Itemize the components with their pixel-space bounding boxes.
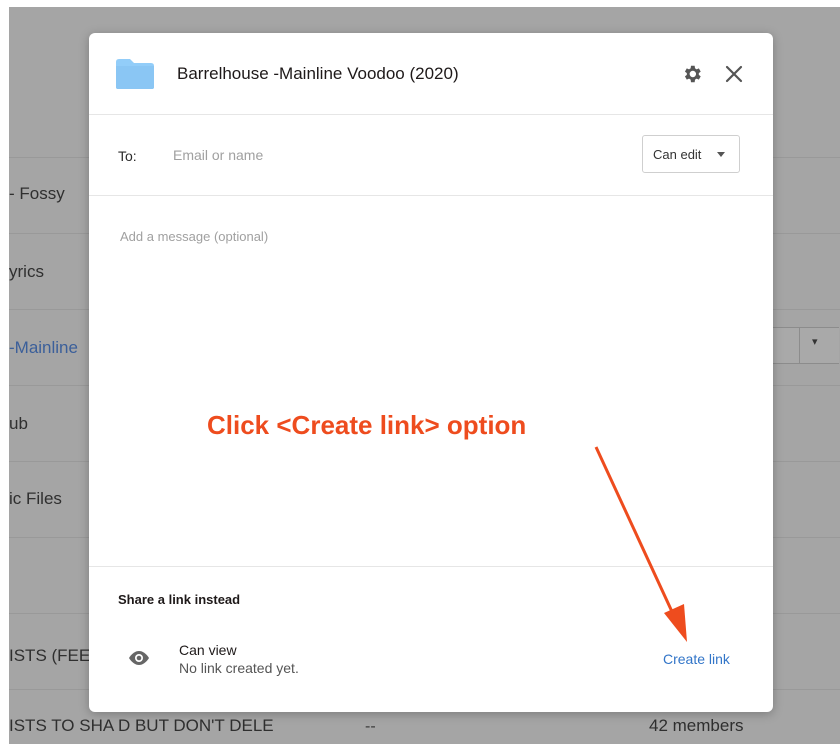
folder-icon <box>116 59 154 89</box>
file-row-members: 42 members <box>649 716 744 735</box>
page-margin <box>0 0 9 744</box>
permission-dropdown[interactable]: Can edit <box>642 135 740 173</box>
eye-icon <box>129 651 149 665</box>
recipient-input[interactable] <box>173 140 613 170</box>
file-row-name: yrics <box>9 262 44 281</box>
link-status: No link created yet. <box>179 660 299 676</box>
file-row-name: -Mainline <box>9 338 78 357</box>
file-row-name: ISTS TO SHA D BUT DON'T DELE <box>9 716 274 735</box>
chevron-down-icon: ▾ <box>812 336 818 348</box>
annotation-text: Click <Create link> option <box>207 410 527 440</box>
divider <box>89 114 773 115</box>
share-dialog: Barrelhouse -Mainline Voodoo (2020) To: … <box>89 33 773 712</box>
to-label: To: <box>118 148 137 164</box>
divider <box>89 195 773 196</box>
file-row-name: ISTS (FEE <box>9 646 91 665</box>
file-row-name: ub <box>9 414 28 433</box>
chevron-down-icon <box>717 152 725 157</box>
split-divider <box>799 328 800 363</box>
gear-icon[interactable] <box>681 63 703 85</box>
file-row-name: - Fossy <box>9 184 65 203</box>
share-link-heading: Share a link instead <box>118 592 241 607</box>
divider <box>89 566 773 567</box>
file-row-modified: -- <box>365 718 376 735</box>
create-link-button[interactable]: Create link <box>663 651 730 667</box>
message-field[interactable] <box>120 229 740 549</box>
dialog-title: Barrelhouse -Mainline Voodoo (2020) <box>177 64 459 83</box>
file-row-name: ic Files <box>9 489 62 508</box>
permission-label: Can edit <box>653 147 702 162</box>
close-icon[interactable] <box>724 64 744 84</box>
link-permission: Can view <box>179 642 237 658</box>
